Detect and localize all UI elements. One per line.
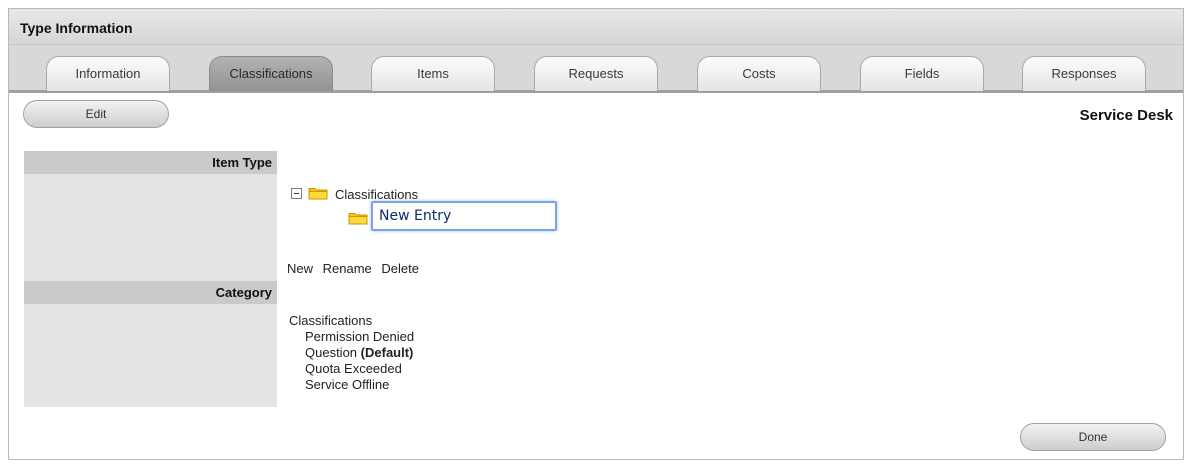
category-item-label: Quota Exceeded [305, 361, 402, 376]
section-title: Service Desk [1079, 107, 1173, 124]
tab-costs[interactable]: Costs [697, 56, 821, 91]
category-item: Quota Exceeded [289, 361, 414, 377]
tab-fields[interactable]: Fields [860, 56, 984, 91]
category-item: Permission Denied [289, 329, 414, 345]
category-root: Classifications [289, 313, 373, 328]
window-title: Type Information [20, 20, 133, 36]
tab-strip: Information Classifications Items Reques… [9, 45, 1183, 93]
new-entry-input[interactable] [371, 201, 557, 231]
tab-items[interactable]: Items [371, 56, 495, 91]
type-information-window: Type Information Information Classificat… [8, 8, 1184, 460]
done-button[interactable]: Done [1020, 423, 1166, 451]
category-label: Category [24, 281, 277, 304]
category-item-label: Service Offline [305, 377, 390, 392]
category-item: Service Offline [289, 377, 414, 393]
collapse-minus-icon[interactable] [291, 188, 302, 199]
category-item-label: Permission Denied [305, 329, 415, 344]
title-bar: Type Information [9, 9, 1183, 45]
tab-requests[interactable]: Requests [534, 56, 658, 91]
edit-button[interactable]: Edit [23, 100, 169, 128]
new-link[interactable]: New [287, 261, 313, 276]
tree-root-classifications[interactable]: Classifications [335, 187, 418, 202]
folder-icon [308, 186, 328, 200]
delete-link[interactable]: Delete [381, 261, 419, 276]
classification-tree: Classifications [291, 185, 591, 245]
default-tag: (Default) [360, 345, 414, 360]
tab-responses[interactable]: Responses [1022, 56, 1146, 91]
item-type-label: Item Type [24, 151, 277, 174]
folder-icon [348, 211, 368, 225]
tree-actions: New Rename Delete [287, 261, 425, 276]
tab-classifications[interactable]: Classifications [209, 56, 333, 91]
category-list: Classifications Permission Denied Questi… [289, 313, 414, 393]
label-column [24, 151, 277, 407]
category-item-label: Question [305, 345, 358, 360]
tab-information[interactable]: Information [46, 56, 170, 91]
category-item: Question (Default) [289, 345, 414, 361]
rename-link[interactable]: Rename [323, 261, 372, 276]
